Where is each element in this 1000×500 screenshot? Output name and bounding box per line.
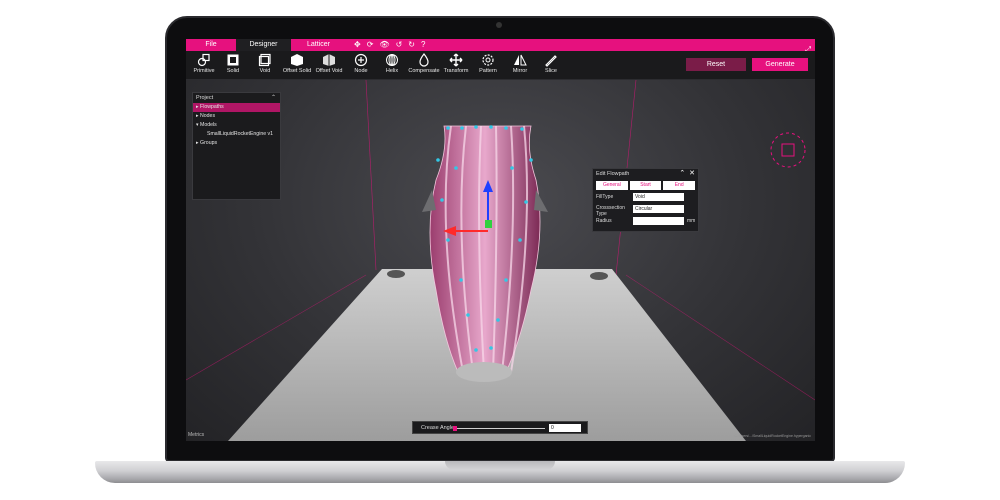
mirror-icon: [514, 54, 527, 66]
tab-latticer[interactable]: Latticer: [291, 39, 346, 51]
project-panel-header: Project ⌃: [193, 93, 280, 103]
collapse-icon[interactable]: ⌃: [271, 93, 276, 103]
project-panel: Project ⌃ ▸ Flowpaths ▸ Nodes ▾ Models S…: [192, 92, 281, 200]
edit-flowpath-panel: Edit Flowpath ⌃ ✕ General Start End Fill…: [592, 168, 699, 232]
tool-void[interactable]: Void: [249, 53, 281, 79]
tool-pattern[interactable]: Pattern: [472, 53, 504, 79]
reset-button[interactable]: Reset: [686, 58, 746, 71]
tool-offset-void[interactable]: Offset Void: [313, 53, 345, 79]
edit-flowpath-tabs: General Start End: [593, 179, 698, 192]
crease-angle-slider[interactable]: [453, 426, 545, 431]
tool-helix[interactable]: Helix: [376, 53, 408, 79]
view-cube: [770, 132, 806, 168]
slider-handle[interactable]: [453, 426, 457, 431]
close-icon[interactable]: ✕: [689, 170, 695, 177]
helix-icon: [386, 54, 398, 66]
fill-type-label: FillType: [596, 194, 614, 200]
tool-label: Transform: [443, 68, 469, 74]
project-tree: ▸ Flowpaths ▸ Nodes ▾ Models SmallLiquid…: [193, 103, 280, 148]
tool-solid[interactable]: Solid: [217, 53, 249, 79]
tool-label: Void: [259, 68, 271, 74]
node-icon: [354, 53, 368, 67]
edit-flowpath-title: Edit Flowpath: [596, 171, 630, 177]
tool-label: Compensate: [408, 68, 440, 74]
tree-item-groups[interactable]: ▸ Groups: [193, 139, 280, 148]
tool-primitive[interactable]: Primitive: [188, 53, 220, 79]
menu-bar-icons: ✥ ⟳ 👁 ↺ ↻ ?: [354, 39, 425, 51]
webcam: [496, 22, 502, 28]
undo-icon[interactable]: ↺: [396, 39, 403, 51]
tool-label: Slice: [545, 68, 557, 74]
collapse-icon[interactable]: ⌃: [679, 170, 685, 177]
generate-button[interactable]: Generate: [752, 58, 808, 71]
panel-controls: ⌃ ✕: [679, 169, 695, 179]
tab-file[interactable]: File: [186, 39, 236, 51]
tool-label: Primitive: [193, 68, 215, 74]
tool-offset-solid[interactable]: Offset Solid: [281, 53, 313, 79]
tab-end[interactable]: End: [663, 181, 696, 190]
fill-type-row: FillType Void: [593, 192, 698, 203]
crease-angle-label: Crease Angle: [421, 425, 455, 431]
tool-bar: Primitive Solid Void Offset Solid Offset…: [186, 51, 815, 80]
tab-general[interactable]: General: [596, 181, 628, 190]
tree-item-model-file[interactable]: SmallLiquidRocketEngine v1: [193, 130, 280, 139]
project-title: Project: [196, 95, 214, 101]
solid-icon: [227, 54, 239, 66]
slice-icon: [545, 55, 557, 67]
edit-flowpath-header: Edit Flowpath ⌃ ✕: [593, 169, 698, 179]
redo-icon[interactable]: ↻: [408, 39, 415, 51]
cross-section-row: Crosssection Type Circular: [593, 203, 698, 217]
sync-icon[interactable]: ⟳: [367, 39, 374, 51]
tool-mirror[interactable]: Mirror: [504, 53, 536, 79]
transform-icon: [449, 53, 463, 67]
tab-start[interactable]: Start: [629, 181, 662, 190]
help-icon[interactable]: ?: [421, 39, 425, 51]
file-path: C:/Users/.../SmallLiquidRocketEngine.hyp…: [734, 434, 811, 438]
radius-label: Radius: [596, 218, 612, 224]
radius-unit: mm: [687, 218, 696, 224]
cross-section-select[interactable]: Circular: [633, 205, 684, 213]
tool-label: Pattern: [479, 68, 497, 74]
tree-item-flowpaths[interactable]: ▸ Flowpaths: [193, 103, 280, 112]
fill-type-select[interactable]: Void: [633, 193, 684, 201]
tool-transform[interactable]: Transform: [440, 53, 472, 79]
tool-label: Offset Void: [315, 68, 343, 74]
offset-solid-icon: [291, 54, 303, 66]
tab-designer[interactable]: Designer: [236, 39, 291, 51]
metrics-label[interactable]: Metrics: [188, 432, 204, 438]
tool-label: Mirror: [512, 68, 528, 74]
radius-input[interactable]: [633, 217, 684, 225]
menu-bar: File Designer Latticer ✥ ⟳ 👁 ↺ ↻ ? ⤢: [186, 39, 815, 54]
tool-label: Solid: [226, 68, 240, 74]
crease-angle-value[interactable]: 0: [549, 424, 581, 432]
tool-label: Node: [354, 68, 368, 74]
eye-icon[interactable]: 👁: [379, 39, 389, 51]
tool-node[interactable]: Node: [345, 53, 377, 79]
primitive-icon: [197, 53, 210, 67]
tool-compensate[interactable]: Compensate: [408, 53, 440, 79]
app-window: File Designer Latticer ✥ ⟳ 👁 ↺ ↻ ? ⤢ Pri…: [186, 39, 815, 441]
tree-item-models[interactable]: ▾ Models: [193, 121, 280, 130]
void-icon: [258, 53, 271, 67]
laptop-notch: [445, 461, 555, 470]
tool-slice[interactable]: Slice: [535, 53, 567, 79]
crease-angle-control: Crease Angle 0: [412, 421, 588, 434]
tool-label: Offset Solid: [282, 68, 312, 74]
move-icon[interactable]: ✥: [354, 39, 361, 51]
radius-row: Radius mm: [593, 216, 698, 227]
compensate-icon: [419, 53, 429, 67]
laptop-stage: File Designer Latticer ✥ ⟳ 👁 ↺ ↻ ? ⤢ Pri…: [0, 0, 1000, 500]
pattern-icon: [482, 54, 494, 66]
tree-item-nodes[interactable]: ▸ Nodes: [193, 112, 280, 121]
offset-void-icon: [323, 54, 335, 66]
tool-label: Helix: [385, 68, 399, 74]
